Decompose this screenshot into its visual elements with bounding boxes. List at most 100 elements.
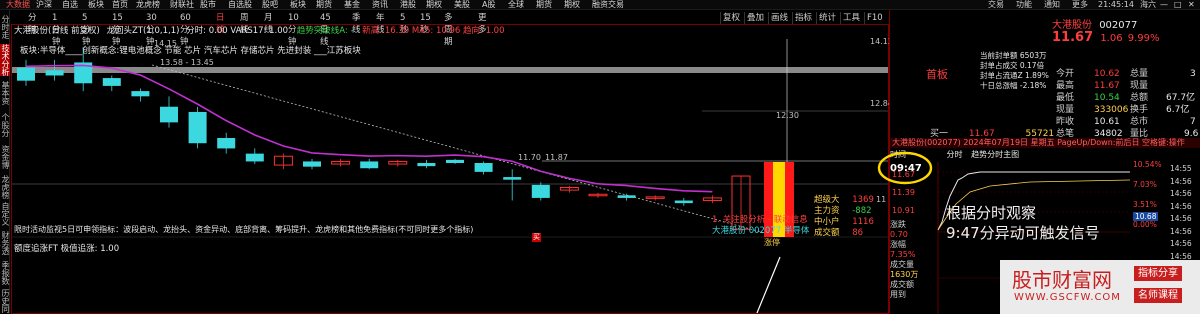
menu-item[interactable]: 美股: [454, 0, 470, 10]
stock-note: 大港股份 002077 半导体: [712, 226, 809, 237]
close-icon[interactable]: ✕: [1188, 0, 1195, 10]
side-label: 用到: [890, 290, 906, 299]
watermark-button[interactable]: 名师课程: [1134, 288, 1182, 303]
pct-value: 0.00%: [1133, 220, 1157, 229]
menu-item[interactable]: 港股: [400, 0, 416, 10]
candle-body: [217, 138, 236, 149]
menu-right-item[interactable]: 更多: [1072, 0, 1088, 10]
toolbar-button[interactable]: 指标: [792, 12, 812, 24]
menu-item[interactable]: 财联社: [170, 0, 194, 10]
minimize-icon[interactable]: —: [1160, 0, 1168, 10]
menu-right-item[interactable]: 交易: [988, 0, 1004, 10]
toolbar-button[interactable]: 叠加: [744, 12, 764, 24]
menu-item[interactable]: 沪深: [36, 0, 52, 10]
sig-tag-text: 买: [533, 233, 540, 241]
menu-item[interactable]: 期权: [564, 0, 580, 10]
left-tab[interactable]: 财务透视: [0, 228, 10, 258]
menu-item[interactable]: 期权: [426, 0, 442, 10]
limit-info: 当前封单额 6503万 封单占成交 0.17倍 封单占流通Z 1.89% 十日总…: [980, 51, 1049, 91]
toolbar-button[interactable]: 统计: [816, 12, 836, 24]
candle-body: [360, 161, 379, 169]
annotation-line: 9:47分异动可触发信号: [946, 224, 1100, 242]
menu-item[interactable]: 板块: [290, 0, 306, 10]
maximize-icon[interactable]: □: [1174, 0, 1182, 10]
axis-label-right: 11: [876, 195, 887, 204]
menu-right-item[interactable]: 功能: [1016, 0, 1032, 10]
menu-item[interactable]: 基金: [344, 0, 360, 10]
watermark-url: WWW.GSCFW.COM: [1014, 292, 1121, 303]
toolbar-button[interactable]: 复权: [720, 12, 740, 24]
box-value: -882: [852, 206, 872, 216]
price-pct: 9.99%: [1127, 33, 1160, 44]
limit-info-line: 十日总涨幅 -2.18%: [980, 81, 1047, 90]
price-label: 14.15: [154, 39, 177, 48]
timeshare-tab[interactable]: 趋势分时主图: [971, 150, 1019, 159]
left-tab[interactable]: 自定义: [0, 202, 10, 226]
trend-label: 趋势突破线A: -: [296, 26, 354, 36]
menu-item[interactable]: 板块: [88, 0, 104, 10]
menu-item[interactable]: 龙虎榜: [136, 0, 160, 10]
candle-body: [131, 91, 150, 97]
kline-chart-panel[interactable]: 大港股份(日线 前复权) 龙回头ZT(1,0,1,1) 分时: 0.00 VAR…: [11, 24, 893, 314]
menu-right-item[interactable]: 通知: [1044, 0, 1060, 10]
menu-item[interactable]: 融资交易: [592, 0, 624, 10]
timeshare-title-text: 大港股份(002077) 2024年07月19日 星期五 PageUp/Down…: [892, 138, 1185, 147]
side-value: 1630万: [890, 270, 919, 279]
menu-item[interactable]: 股市: [200, 0, 216, 10]
tick-time: 14:56: [1170, 189, 1192, 198]
price-label: 11.87: [545, 153, 568, 162]
limit-title: 首板: [926, 68, 948, 81]
pct-value: 7.03%: [1133, 180, 1157, 189]
menu-item[interactable]: 自选股: [228, 0, 252, 10]
left-tab[interactable]: 季报数据: [0, 260, 10, 286]
menu-item[interactable]: 期货: [316, 0, 332, 10]
left-tab[interactable]: 资金博弈: [0, 142, 10, 172]
quote-label: 换手: [1130, 105, 1149, 115]
tick-time: 14:56: [1170, 176, 1192, 186]
watermark-button[interactable]: 指标分享: [1134, 266, 1182, 281]
toolbar-button[interactable]: F10: [864, 12, 883, 24]
limit-info-line: 当前封单额 6503万: [980, 51, 1047, 60]
price-label: 13.58 - 13.45: [160, 58, 214, 67]
limit-info-line: 封单占成交 0.17倍: [980, 61, 1045, 70]
quote-value: 10.54: [1094, 93, 1120, 103]
price-label: 11.70: [518, 153, 541, 162]
toolbar-button[interactable]: 画线: [768, 12, 788, 24]
clock-text: 21:45:14: [1098, 0, 1134, 9]
quote-value: 3: [1190, 69, 1196, 79]
candles-group: [17, 46, 751, 232]
menu-item[interactable]: 自选: [62, 0, 78, 10]
kline-chart[interactable]: [12, 25, 888, 313]
side-label: 涨跌: [890, 220, 906, 229]
quote-price-row: 11.67 1.06 9.99%: [1052, 30, 1160, 45]
menu-item[interactable]: A股: [482, 0, 495, 10]
menu-item[interactable]: 期货: [536, 0, 552, 10]
side-label: 涨幅: [890, 240, 906, 249]
left-tab[interactable]: 龙虎榜: [0, 174, 10, 200]
quote-label: 现量: [1130, 81, 1149, 91]
left-tab[interactable]: 分时走势: [0, 12, 10, 42]
ma-label: 新高: 16.30 MA5: 10.96 趋向: 1.00: [362, 26, 505, 36]
quote-value: 6.7亿: [1166, 105, 1190, 115]
candle-body: [503, 177, 522, 180]
price-change: 1.06: [1100, 33, 1123, 44]
left-vertical-tabs: 分时走势 技术分析 基本资料 个股分析 资金博弈 龙虎榜 自定义 财务透视 季报…: [0, 10, 10, 314]
fenshi-tag: 10.68: [1133, 212, 1159, 221]
scale-value: 11.39: [892, 188, 915, 197]
watermark-title: 股市财富网: [1012, 268, 1112, 292]
signal-promo-text: 限时活动监视5日可申领指标：波段启动、龙抬头、资金异动、底部背离、筹码提升、龙虎…: [14, 225, 474, 234]
top-menu-bar: 大数据 沪深 自选 板块 首页 龙虎榜 财联社 股市 自选股 股吧 板块 期货 …: [0, 0, 1200, 10]
left-tab[interactable]: 历史同期: [0, 288, 10, 314]
left-tab[interactable]: 基本资料: [0, 78, 10, 108]
left-tab-active[interactable]: 技术分析: [0, 44, 10, 76]
menu-item[interactable]: 首页: [112, 0, 128, 10]
candle-body: [17, 67, 35, 81]
menu-item[interactable]: 股吧: [262, 0, 278, 10]
menu-item[interactable]: 大数据: [6, 0, 30, 10]
toolbar-button[interactable]: 工具: [840, 12, 860, 24]
left-tab[interactable]: 个股分析: [0, 110, 10, 140]
menu-item[interactable]: 资讯: [372, 0, 388, 10]
timeshare-tab[interactable]: 分时: [947, 150, 963, 159]
box-label: 主力资: [814, 206, 840, 216]
menu-item[interactable]: 全球: [508, 0, 524, 10]
